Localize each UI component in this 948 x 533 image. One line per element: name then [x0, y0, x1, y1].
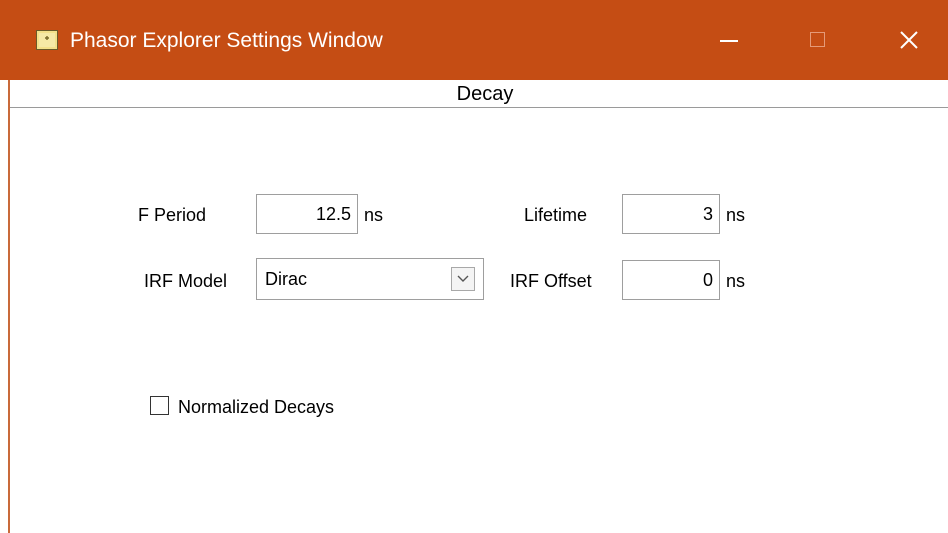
minimize-button[interactable]: [708, 18, 756, 64]
f-period-input[interactable]: 12.5: [256, 194, 358, 234]
lifetime-unit: ns: [726, 205, 746, 225]
irf-model-label: IRF Model: [144, 271, 228, 291]
irf-offset-input[interactable]: 0: [622, 260, 720, 300]
lifetime-input[interactable]: 3: [622, 194, 720, 234]
irf-model-select[interactable]: Dirac: [256, 258, 484, 300]
f-period-label: F Period: [138, 205, 207, 225]
labview-vi-icon: [39, 33, 55, 47]
tab-decay[interactable]: Decay: [10, 83, 948, 105]
settings-window: Phasor Explorer Settings Window Decay F …: [0, 0, 948, 533]
close-icon: [900, 31, 918, 49]
irf-offset-unit: ns: [726, 271, 746, 291]
normalized-decays-checkbox[interactable]: [150, 396, 169, 415]
f-period-unit: ns: [364, 205, 384, 225]
close-button[interactable]: [886, 18, 934, 64]
minimize-icon: [720, 40, 738, 42]
window-title: Phasor Explorer Settings Window: [70, 29, 383, 52]
irf-offset-label: IRF Offset: [510, 271, 592, 291]
title-bar[interactable]: Phasor Explorer Settings Window: [0, 0, 948, 80]
window-left-border: [8, 80, 10, 533]
irf-model-value: Dirac: [265, 269, 308, 289]
maximize-icon: [810, 32, 825, 47]
lifetime-label: Lifetime: [524, 205, 588, 225]
normalized-decays-label[interactable]: Normalized Decays: [178, 396, 334, 418]
dropdown-button[interactable]: [451, 267, 475, 291]
maximize-button[interactable]: [796, 18, 844, 64]
chevron-down-icon: [457, 275, 469, 282]
app-icon: [36, 30, 58, 50]
tab-bar: Decay: [10, 80, 948, 108]
